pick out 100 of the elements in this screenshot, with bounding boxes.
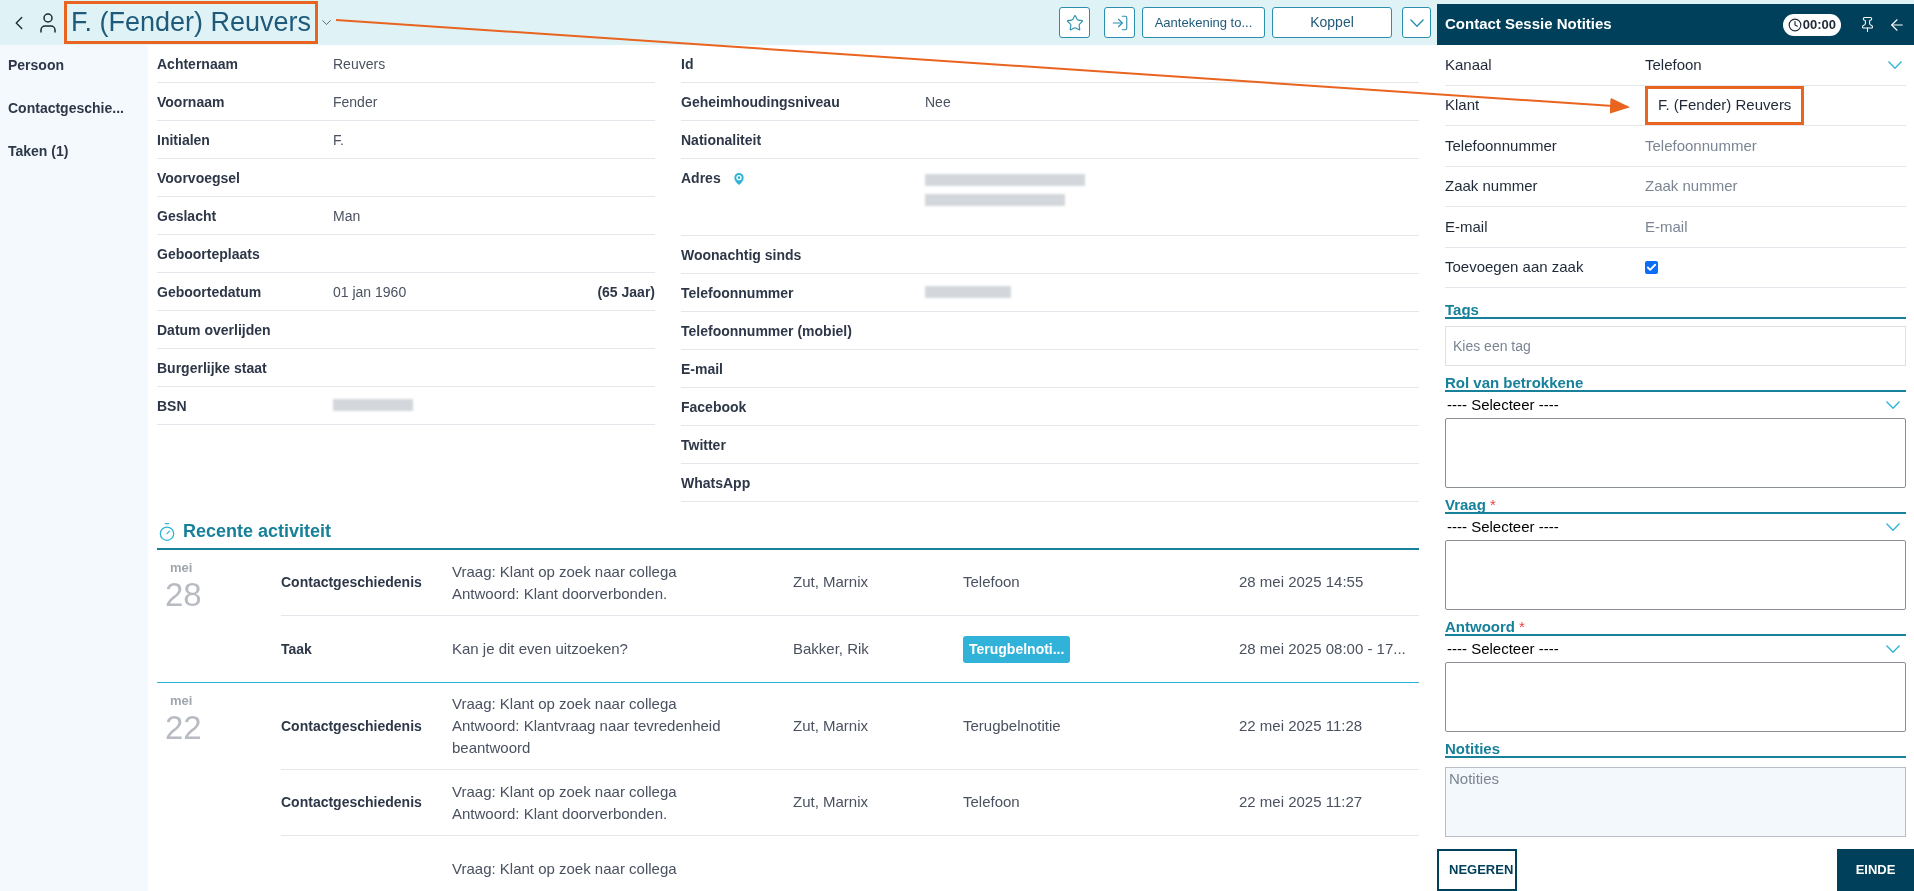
chevron-down-icon	[1888, 60, 1902, 69]
section-heading: Rol van betrokkene	[1445, 375, 1584, 390]
activity-type: Contactgeschiedenis	[281, 574, 422, 591]
input-field[interactable]: E-mail	[1645, 215, 1906, 238]
select-dropdown[interactable]: ---- Selecteer ----	[1445, 514, 1906, 540]
sidebar-item[interactable]: Taken (1)	[8, 141, 148, 162]
activity-date: 28 mei 2025 14:55	[1239, 573, 1364, 591]
channel-label: Telefoon	[963, 573, 1020, 591]
person-name: Zut, Marnix	[793, 573, 868, 591]
field-value: F.	[333, 132, 344, 148]
activity-description: Kan je dit even uitzoeken?	[452, 639, 629, 659]
field-label: Zaak nummer	[1445, 176, 1539, 196]
month-label: mei	[169, 692, 193, 710]
activity-description: Vraag: Klant op zoek naar collega	[452, 694, 678, 714]
required-marker: *	[1519, 619, 1525, 634]
select-dropdown[interactable]: ---- Selecteer ----	[1445, 392, 1906, 418]
day-number: 28	[165, 577, 202, 611]
tag-input[interactable]: Kies een tag	[1445, 326, 1906, 366]
checkbox[interactable]	[1645, 260, 1658, 274]
chevron-down-icon	[1409, 18, 1424, 27]
notes-field[interactable]: Notities	[1445, 767, 1906, 837]
select-dropdown[interactable]: ---- Selecteer ----	[1445, 636, 1906, 662]
day-number: 22	[165, 710, 202, 744]
field-label: BSN	[157, 397, 187, 416]
field-label: Klant	[1445, 95, 1481, 115]
field-label: Telefoonnummer (mobiel)	[681, 322, 852, 341]
activity-type: Contactgeschiedenis	[281, 794, 422, 811]
ignore-button[interactable]: NEGEREN	[1437, 849, 1517, 891]
field-value: Man	[333, 208, 361, 224]
field-value: Nee	[925, 94, 951, 110]
timer-icon	[157, 521, 177, 542]
activity-description: Antwoord: Klantvraag naar tevredenheid beantwoord	[452, 716, 722, 758]
activity-description: Vraag: Klant op zoek naar collega	[452, 561, 678, 582]
field-label: Voorvoegsel	[157, 169, 240, 188]
section-heading: Recente activiteit	[183, 520, 332, 543]
sidebar-item[interactable]: Contactgeschie...	[8, 98, 148, 119]
input-field[interactable]: Zaak nummer	[1645, 175, 1906, 198]
field-label: Datum overlijden	[157, 321, 271, 340]
page-title: F. (Fender) Reuvers	[64, 1, 319, 44]
field-label: Facebook	[681, 398, 747, 417]
chevron-down-icon	[1886, 645, 1900, 653]
field-label: Id	[681, 55, 694, 74]
field-label: Telefoonnummer	[1445, 135, 1558, 156]
activity-date: 22 mei 2025 11:27	[1239, 793, 1363, 811]
session-timer: 00:00	[1782, 13, 1841, 36]
section-heading: Vraag	[1445, 497, 1486, 512]
activity-date: 28 mei 2025 08:00 - 17...	[1239, 639, 1406, 657]
person-name: Zut, Marnix	[793, 716, 868, 734]
field-label: Geboortedatum	[157, 283, 262, 302]
month-label: mei	[169, 559, 193, 577]
section-heading: Tags	[1445, 302, 1479, 317]
activity-description: Antwoord: Klant doorverbonden.	[452, 583, 669, 604]
channel-select[interactable]: Telefoon	[1645, 53, 1906, 76]
more-button[interactable]	[1402, 7, 1431, 38]
note-button[interactable]: Aantekening to...	[1142, 7, 1265, 38]
text-area[interactable]	[1445, 418, 1906, 488]
field-label: Twitter	[681, 436, 726, 455]
field-label: Adres	[681, 169, 721, 188]
text-area[interactable]	[1445, 662, 1906, 732]
chevron-down-icon[interactable]	[322, 20, 332, 25]
activity-description: Antwoord: Klant doorverbonden.	[452, 803, 669, 824]
field-label: WhatsApp	[681, 474, 751, 493]
chevron-down-icon	[1886, 523, 1900, 531]
clock-icon	[1787, 17, 1802, 32]
activity-type: Contactgeschiedenis	[281, 717, 422, 734]
panel-title: Contact Sessie Notities	[1445, 14, 1613, 35]
person-name: Zut, Marnix	[793, 793, 868, 811]
field-label: Geboorteplaats	[157, 245, 260, 264]
field-label: Geheimhoudingsniveau	[681, 93, 840, 112]
section-heading: Notities	[1445, 741, 1500, 756]
sidebar-item[interactable]: Persoon	[8, 55, 148, 76]
activity-description: Vraag: Klant op zoek naar collega	[452, 859, 678, 879]
end-button[interactable]: EINDE	[1837, 849, 1914, 891]
field-label: Toevoegen aan zaak	[1445, 257, 1585, 277]
field-value: Fender	[333, 94, 378, 110]
pin-icon[interactable]	[1859, 16, 1876, 33]
star-icon	[1065, 13, 1084, 32]
field-label: Geslacht	[157, 207, 217, 226]
field-label: Achternaam	[157, 55, 238, 74]
link-button[interactable]: Koppel	[1272, 7, 1392, 38]
enter-icon	[1110, 13, 1129, 32]
field-label: Initialen	[157, 131, 210, 150]
input-field[interactable]: Telefoonnummer	[1645, 134, 1906, 157]
field-label: Voornaam	[157, 93, 225, 112]
channel-label: Telefoon	[963, 793, 1020, 811]
chevron-down-icon	[1886, 401, 1900, 409]
link-button[interactable]	[1104, 7, 1135, 38]
favorite-button[interactable]	[1059, 7, 1090, 38]
field-label: Burgerlijke staat	[157, 359, 267, 378]
age-label: (65 Jaar)	[597, 283, 655, 302]
field-label: Kanaal	[1445, 54, 1493, 75]
field-label: Woonachtig sinds	[681, 246, 802, 265]
activity-type: Taak	[281, 640, 312, 657]
check-icon	[1646, 261, 1657, 273]
activity-date: 22 mei 2025 11:28	[1239, 716, 1363, 734]
customer-name: F. (Fender) Reuvers	[1645, 86, 1805, 125]
field-label: Nationaliteit	[681, 131, 762, 150]
text-area[interactable]	[1445, 540, 1906, 610]
channel-label: Terugbelnotitie	[963, 716, 1061, 734]
field-label: E-mail	[681, 360, 723, 379]
